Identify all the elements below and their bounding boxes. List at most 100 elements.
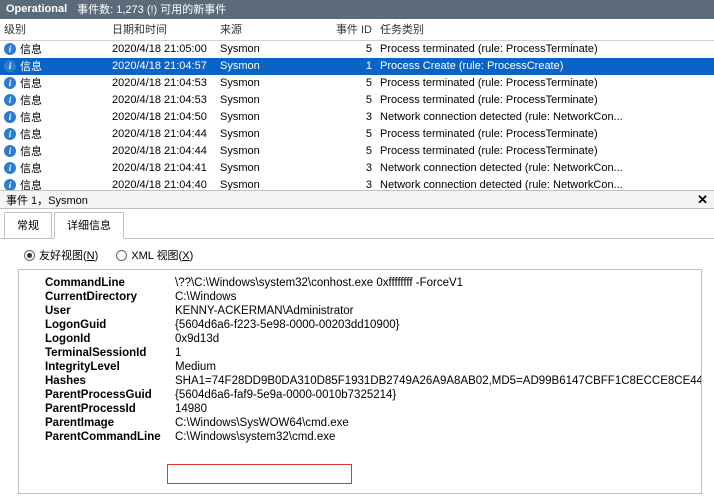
highlight-box	[167, 464, 352, 484]
cell-task: Process Create (rule: ProcessCreate)	[376, 60, 714, 72]
cell-source: Sysmon	[216, 179, 331, 190]
table-row[interactable]: i信息2020/4/18 21:04:44Sysmon5Process term…	[0, 126, 714, 143]
log-name: Operational	[6, 3, 67, 15]
cell-eventid: 5	[331, 77, 376, 89]
cell-task: Process terminated (rule: ProcessTermina…	[376, 43, 714, 55]
grid-header: 级别 日期和时间 来源 事件 ID 任务类别	[0, 19, 714, 41]
cell-task: Process terminated (rule: ProcessTermina…	[376, 77, 714, 89]
detail-properties-pane[interactable]: CommandLine\??\C:\Windows\system32\conho…	[18, 269, 702, 494]
cell-task: Network connection detected (rule: Netwo…	[376, 162, 714, 174]
table-row[interactable]: i信息2020/4/18 21:04:57Sysmon1Process Crea…	[0, 58, 714, 75]
cell-eventid: 3	[331, 111, 376, 123]
property-value: 0x9d13d	[175, 333, 695, 345]
close-icon[interactable]: ✕	[697, 192, 708, 208]
radio-friendly-label: 友好视图(N)	[39, 247, 98, 263]
cell-eventid: 3	[331, 179, 376, 190]
table-row[interactable]: i信息2020/4/18 21:04:44Sysmon5Process term…	[0, 143, 714, 160]
info-icon: i	[4, 60, 16, 72]
cell-task: Process terminated (rule: ProcessTermina…	[376, 94, 714, 106]
level-text: 信息	[20, 160, 42, 176]
property-row: LogonGuid{5604d6a6-f223-5e98-0000-00203d…	[25, 318, 695, 332]
radio-friendly-view[interactable]: 友好视图(N)	[24, 247, 98, 263]
cell-datetime: 2020/4/18 21:04:44	[108, 145, 216, 157]
cell-task: Process terminated (rule: ProcessTermina…	[376, 128, 714, 140]
cell-source: Sysmon	[216, 94, 331, 106]
property-key: LogonGuid	[45, 319, 175, 331]
table-row[interactable]: i信息2020/4/18 21:04:53Sysmon5Process term…	[0, 75, 714, 92]
cell-datetime: 2020/4/18 21:04:50	[108, 111, 216, 123]
info-icon: i	[4, 94, 16, 106]
table-row[interactable]: i信息2020/4/18 21:04:53Sysmon5Process term…	[0, 92, 714, 109]
info-icon: i	[4, 111, 16, 123]
col-task[interactable]: 任务类别	[376, 18, 714, 40]
property-row: ParentProcessId14980	[25, 402, 695, 416]
info-icon: i	[4, 162, 16, 174]
cell-task: Network connection detected (rule: Netwo…	[376, 179, 714, 190]
property-value: C:\Windows\SysWOW64\cmd.exe	[175, 417, 695, 429]
cell-eventid: 3	[331, 162, 376, 174]
property-key: ParentProcessGuid	[45, 389, 175, 401]
property-key: User	[45, 305, 175, 317]
cell-eventid: 1	[331, 60, 376, 72]
cell-task: Process terminated (rule: ProcessTermina…	[376, 145, 714, 157]
cell-source: Sysmon	[216, 77, 331, 89]
col-eventid[interactable]: 事件 ID	[331, 18, 376, 40]
table-row[interactable]: i信息2020/4/18 21:05:00Sysmon5Process term…	[0, 41, 714, 58]
property-value: Medium	[175, 361, 695, 373]
property-value: {5604d6a6-faf9-5e9a-0000-0010b7325214}	[175, 389, 695, 401]
property-row: LogonId0x9d13d	[25, 332, 695, 346]
cell-eventid: 5	[331, 94, 376, 106]
property-key: LogonId	[45, 333, 175, 345]
property-key: CommandLine	[45, 277, 175, 289]
info-icon: i	[4, 179, 16, 190]
info-icon: i	[4, 43, 16, 55]
property-row: ParentProcessGuid{5604d6a6-faf9-5e9a-000…	[25, 388, 695, 402]
table-row[interactable]: i 信息 2020/4/18 21:04:50Sysmon3Network conn…	[0, 109, 714, 126]
property-row: IntegrityLevelMedium	[25, 360, 695, 374]
property-value: 1	[175, 347, 695, 359]
tab-general[interactable]: 常规	[4, 212, 52, 238]
info-icon: i	[4, 77, 16, 89]
property-value: C:\Windows	[175, 291, 695, 303]
property-key: TerminalSessionId	[45, 347, 175, 359]
cell-datetime: 2020/4/18 21:04:40	[108, 179, 216, 190]
event-count-summary: 事件数: 1,273 (!) 可用的新事件	[77, 1, 226, 17]
cell-datetime: 2020/4/18 21:04:57	[108, 60, 216, 72]
detail-pane-header: 事件 1，Sysmon ✕	[0, 190, 714, 209]
table-row[interactable]: i信息2020/4/18 21:04:41Sysmon3Network conn…	[0, 160, 714, 177]
radio-dot-icon	[24, 250, 35, 261]
property-row: HashesSHA1=74F28DD9B0DA310D85F1931DB2749…	[25, 374, 695, 388]
info-icon: i	[4, 145, 16, 157]
level-text: 信息	[20, 75, 42, 91]
cell-source: Sysmon	[216, 111, 331, 123]
property-key: Hashes	[45, 375, 175, 387]
col-level[interactable]: 级别	[0, 18, 108, 40]
detail-view-options: 友好视图(N) XML 视图(X)	[0, 239, 714, 267]
radio-xml-view[interactable]: XML 视图(X)	[116, 247, 193, 263]
cell-eventid: 5	[331, 128, 376, 140]
level-text: 信息	[20, 143, 42, 159]
property-row: CommandLine\??\C:\Windows\system32\conho…	[25, 276, 695, 290]
col-source[interactable]: 来源	[216, 18, 331, 40]
info-icon: i	[4, 128, 16, 140]
detail-tabs: 常规 详细信息	[0, 209, 714, 239]
level-text: 信息	[20, 126, 42, 142]
event-grid[interactable]: i信息2020/4/18 21:05:00Sysmon5Process term…	[0, 41, 714, 190]
property-row: ParentImageC:\Windows\SysWOW64\cmd.exe	[25, 416, 695, 430]
property-value: C:\Windows\system32\cmd.exe	[175, 431, 695, 443]
col-datetime[interactable]: 日期和时间	[108, 18, 216, 40]
property-value: \??\C:\Windows\system32\conhost.exe 0xff…	[175, 277, 695, 289]
property-row: TerminalSessionId1	[25, 346, 695, 360]
property-key: IntegrityLevel	[45, 361, 175, 373]
table-row[interactable]: i信息2020/4/18 21:04:40Sysmon3Network conn…	[0, 177, 714, 190]
cell-task: Network connection detected (rule: Netwo…	[376, 111, 714, 123]
cell-datetime: 2020/4/18 21:04:41	[108, 162, 216, 174]
cell-source: Sysmon	[216, 60, 331, 72]
cell-source: Sysmon	[216, 128, 331, 140]
property-row: CurrentDirectoryC:\Windows	[25, 290, 695, 304]
level-text: 信息	[20, 109, 42, 125]
property-value: SHA1=74F28DD9B0DA310D85F1931DB2749A26A9A…	[175, 375, 702, 387]
tab-details[interactable]: 详细信息	[54, 212, 124, 239]
cell-datetime: 2020/4/18 21:04:53	[108, 94, 216, 106]
property-key: ParentImage	[45, 417, 175, 429]
